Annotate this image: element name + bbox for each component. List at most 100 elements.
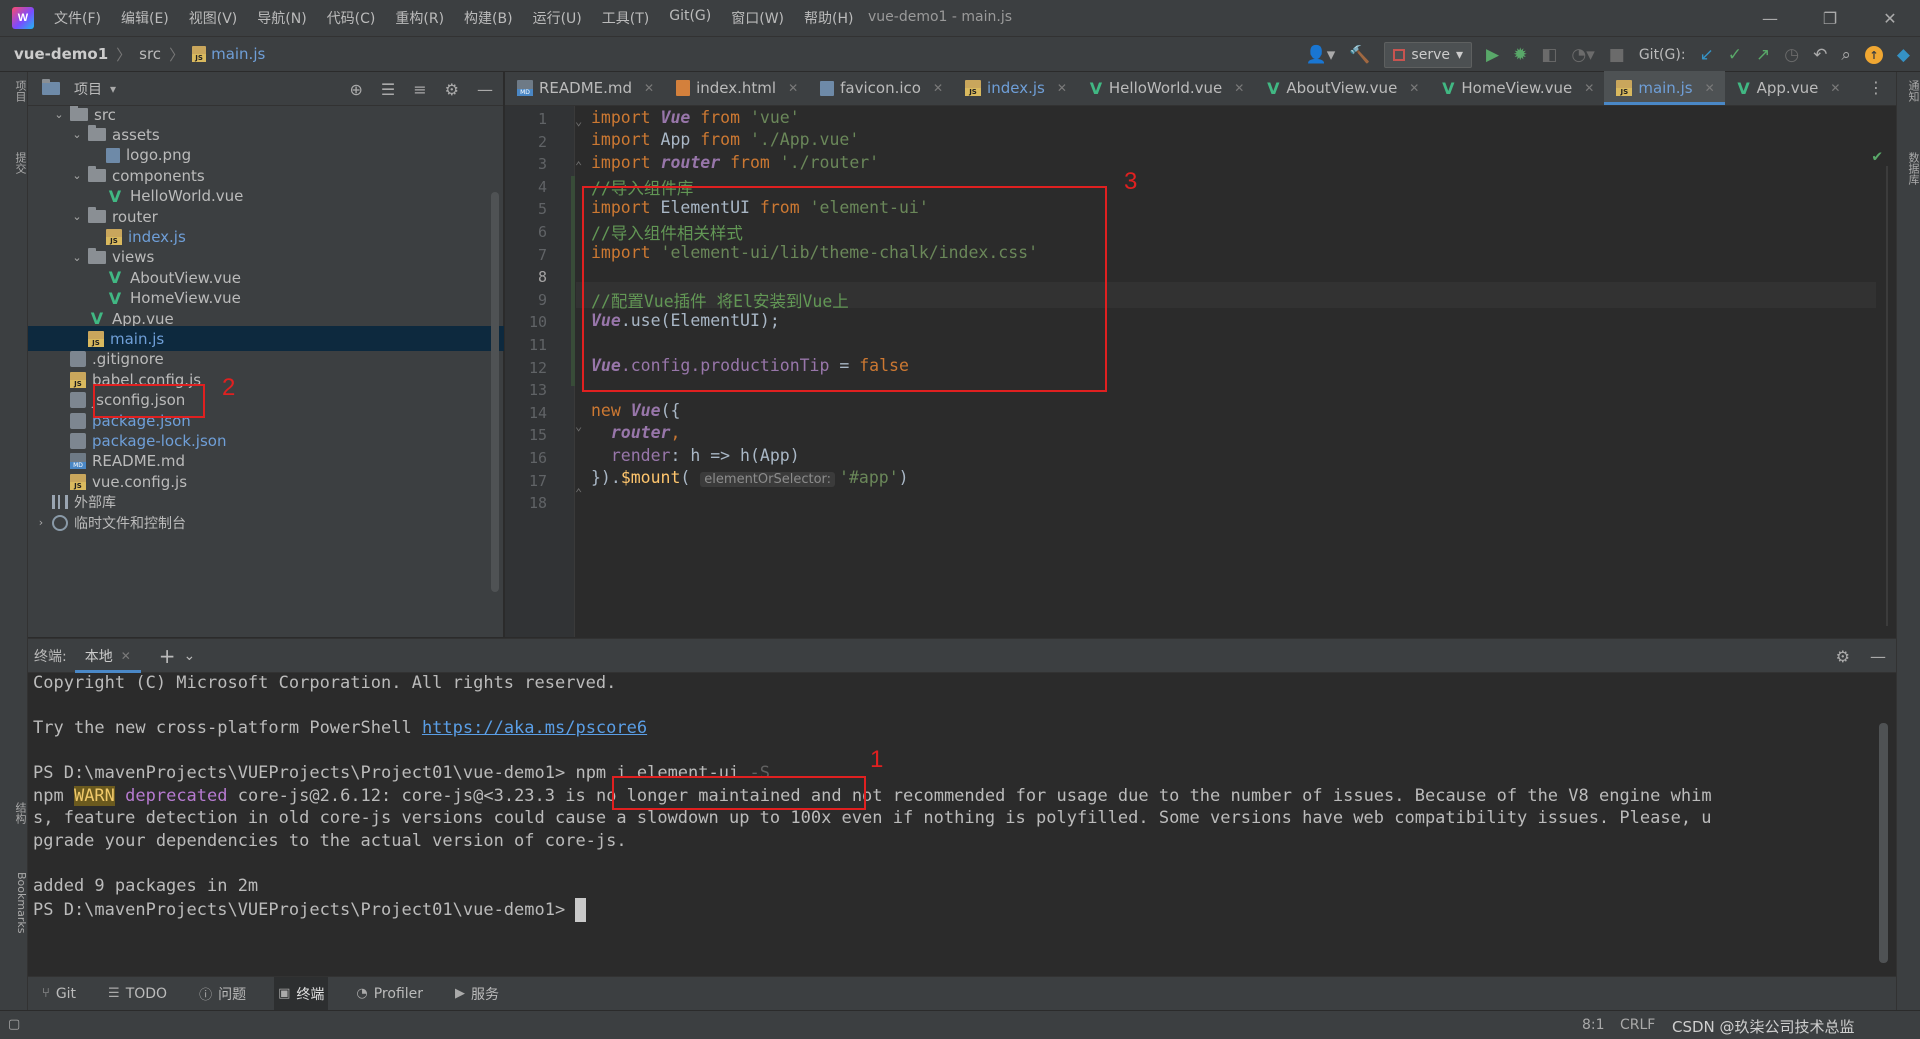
chevron-down-icon[interactable]: ⌄ <box>70 128 84 141</box>
fold-marker-icon[interactable]: ⌃ <box>575 159 582 173</box>
editor-tab[interactable]: main.js ✕ <box>1604 71 1725 105</box>
git-history-icon[interactable]: ◷ <box>1784 45 1799 65</box>
chevron-down-icon[interactable]: ⌄ <box>52 108 66 121</box>
build-hammer-icon[interactable]: 🔨 <box>1349 45 1370 65</box>
menu-item[interactable]: 工具(T) <box>592 8 659 28</box>
caret-position[interactable]: 8:1 <box>1582 1017 1605 1033</box>
chevron-down-icon[interactable]: ⌄ <box>70 210 84 223</box>
close-icon[interactable]: ✕ <box>1057 81 1067 95</box>
menu-item[interactable]: 重构(R) <box>385 8 454 28</box>
debug-icon[interactable]: ✹ <box>1513 45 1527 65</box>
close-icon[interactable]: ✕ <box>1705 81 1715 95</box>
tool-window-button[interactable]: ⓘ 问题 <box>195 977 250 1011</box>
terminal-output[interactable]: Copyright (C) Microsoft Corporation. All… <box>28 673 1896 977</box>
code-with-me-icon[interactable]: ◆ <box>1897 45 1910 65</box>
terminal-scrollbar[interactable] <box>1879 723 1888 963</box>
menu-item[interactable]: Git(G) <box>659 8 721 28</box>
chevron-down-icon[interactable]: ⌄ <box>184 648 196 664</box>
locate-file-icon[interactable]: ⊕ <box>350 80 363 99</box>
git-commit-icon[interactable]: ✓ <box>1728 45 1742 65</box>
gear-icon[interactable]: ⚙ <box>445 80 459 99</box>
editor-tab[interactable]: V AboutView.vue ✕ <box>1254 71 1429 105</box>
terminal-line: PS D:\mavenProjects\VUEProjects\Project0… <box>33 898 587 922</box>
collapse-all-icon[interactable]: ≡ <box>413 80 426 99</box>
close-icon[interactable]: ✕ <box>1830 81 1840 95</box>
project-panel: 项目 ▾ ⊕ ☰ ≡ ⚙ — ⌄ src ⌄ assets logo.png ⌄ compo… <box>28 72 504 637</box>
menu-item[interactable]: 导航(N) <box>247 8 316 28</box>
toggle-tool-windows-icon[interactable]: ▢ <box>8 1017 20 1032</box>
tree-item[interactable]: › 临时文件和控制台 <box>28 510 504 535</box>
chevron-down-icon[interactable]: ⌄ <box>70 169 84 182</box>
tool-window-button[interactable]: ◔ Profiler <box>352 977 427 1011</box>
terminal-tab-local[interactable]: 本地 ✕ <box>74 639 141 673</box>
close-icon[interactable]: ✕ <box>1409 81 1419 95</box>
menu-item[interactable]: 帮助(H) <box>794 8 863 28</box>
tree-scrollbar[interactable] <box>491 192 499 592</box>
database-tool-button[interactable]: 数据库 <box>1897 152 1920 185</box>
coverage-icon[interactable]: ◧ <box>1541 45 1557 65</box>
update-icon[interactable]: ↑ <box>1864 46 1883 64</box>
close-icon[interactable]: ✕ <box>1860 0 1920 36</box>
search-icon[interactable]: ⌕ <box>1841 45 1851 65</box>
editor-tab[interactable]: V HomeView.vue ✕ <box>1429 71 1604 105</box>
fold-marker-icon[interactable]: ⌃ <box>575 486 582 500</box>
editor-scrollbar[interactable] <box>1886 166 1888 626</box>
notifications-tool-button[interactable]: 通知 <box>1897 80 1920 102</box>
menu-item[interactable]: 构建(B) <box>454 8 523 28</box>
close-icon[interactable]: ✕ <box>1234 81 1244 95</box>
editor-tab[interactable]: V App.vue ✕ <box>1725 71 1851 105</box>
chevron-down-icon[interactable]: ⌄ <box>70 251 84 264</box>
minimize-icon[interactable]: — <box>1740 0 1800 36</box>
project-panel-title[interactable]: 项目 <box>74 79 102 99</box>
close-icon[interactable]: ✕ <box>933 81 943 95</box>
tool-window-button[interactable]: ▶ 服务 <box>451 977 503 1011</box>
menu-item[interactable]: 视图(V) <box>179 8 248 28</box>
editor-tab[interactable]: V HelloWorld.vue ✕ <box>1077 71 1254 105</box>
project-tool-button[interactable]: 项目 <box>0 80 28 102</box>
editor-tab[interactable]: index.html ✕ <box>664 71 808 105</box>
breadcrumb-file[interactable]: main.js <box>211 45 265 63</box>
run-config-select[interactable]: serve ▾ <box>1384 42 1472 68</box>
editor-tab[interactable]: index.js ✕ <box>953 71 1077 105</box>
new-terminal-plus-icon[interactable]: + <box>159 644 176 668</box>
close-icon[interactable]: ✕ <box>788 81 798 95</box>
menu-item[interactable]: 文件(F) <box>44 8 111 28</box>
hide-panel-icon[interactable]: — <box>1870 647 1886 666</box>
menu-item[interactable]: 编辑(E) <box>111 8 179 28</box>
fold-marker-icon[interactable]: ⌄ <box>575 419 582 433</box>
menu-item[interactable]: 代码(C) <box>317 8 386 28</box>
close-icon[interactable]: ✕ <box>644 81 654 95</box>
gear-icon[interactable]: ⚙ <box>1836 647 1850 666</box>
menu-item[interactable]: 运行(U) <box>523 8 592 28</box>
chevron-down-icon[interactable]: ▾ <box>110 82 116 96</box>
more-tabs-icon[interactable]: ⋮ <box>1868 78 1884 97</box>
profile-icon[interactable]: ◔▾ <box>1571 45 1594 65</box>
rollback-icon[interactable]: ↶ <box>1813 45 1827 65</box>
structure-tool-button[interactable]: 结构 <box>0 802 28 824</box>
line-separator[interactable]: CRLF <box>1620 1017 1655 1033</box>
editor-tab[interactable]: README.md ✕ <box>505 71 664 105</box>
no-problems-check-icon[interactable]: ✔ <box>1872 146 1882 165</box>
breadcrumb-folder[interactable]: src <box>139 45 161 63</box>
hide-panel-icon[interactable]: — <box>477 80 493 99</box>
chevron-right-icon[interactable]: › <box>34 516 48 529</box>
close-icon[interactable]: ✕ <box>1584 81 1594 95</box>
breadcrumb-project[interactable]: vue-demo1 <box>14 45 108 63</box>
stop-icon[interactable]: ■ <box>1609 45 1625 65</box>
menu-item[interactable]: 窗口(W) <box>721 8 794 28</box>
tool-window-button[interactable]: ▣ 终端 <box>274 976 329 1011</box>
expand-all-icon[interactable]: ☰ <box>381 80 395 99</box>
editor-tab[interactable]: favicon.ico ✕ <box>808 71 953 105</box>
commit-tool-button[interactable]: 提交 <box>0 152 28 174</box>
fold-marker-icon[interactable]: ⌄ <box>575 114 582 128</box>
run-icon[interactable]: ▶ <box>1486 45 1499 65</box>
bookmarks-tool-button[interactable]: Bookmarks <box>0 872 28 933</box>
restore-icon[interactable]: ❐ <box>1800 0 1860 36</box>
user-icon[interactable]: 👤▾ <box>1306 45 1336 65</box>
tool-window-button[interactable]: ☰ TODO <box>104 977 171 1011</box>
pscore-link[interactable]: https://aka.ms/pscore6 <box>422 718 647 738</box>
git-push-icon[interactable]: ↗ <box>1756 45 1770 65</box>
git-update-icon[interactable]: ↙ <box>1700 45 1714 65</box>
tool-window-button[interactable]: ⑂ Git <box>38 977 80 1011</box>
close-icon[interactable]: ✕ <box>121 649 131 663</box>
